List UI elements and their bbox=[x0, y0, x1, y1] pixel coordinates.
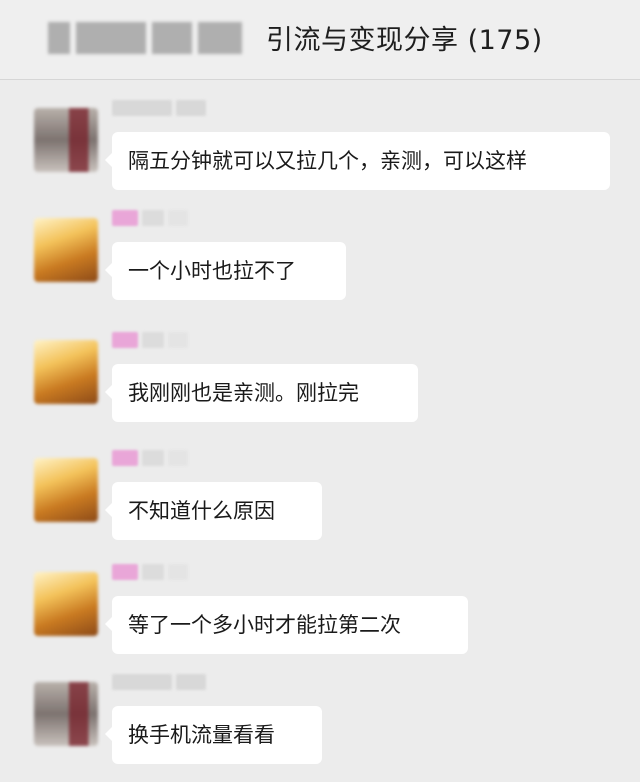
back-button-blurred[interactable] bbox=[48, 22, 248, 54]
message-bubble[interactable]: 等了一个多小时才能拉第二次 bbox=[105, 596, 468, 654]
message-bubble[interactable]: 隔五分钟就可以又拉几个，亲测，可以这样 bbox=[105, 132, 610, 190]
nickname-blurred bbox=[112, 332, 188, 350]
message-bubble[interactable]: 换手机流量看看 bbox=[105, 706, 322, 764]
avatar[interactable] bbox=[34, 458, 98, 522]
message-bubble[interactable]: 我刚刚也是亲测。刚拉完 bbox=[105, 364, 418, 422]
nickname-blurred bbox=[112, 564, 188, 582]
message-row: 等了一个多小时才能拉第二次 bbox=[0, 562, 640, 672]
avatar[interactable] bbox=[34, 108, 98, 172]
group-title: 引流与变现分享 (175) bbox=[266, 25, 543, 56]
message-row: 隔五分钟就可以又拉几个，亲测，可以这样 bbox=[0, 98, 640, 208]
avatar[interactable] bbox=[34, 340, 98, 404]
nickname-blurred bbox=[112, 210, 188, 228]
message-bubble[interactable]: 不知道什么原因 bbox=[105, 482, 322, 540]
avatar[interactable] bbox=[34, 572, 98, 636]
chat-header: 引流与变现分享 (175) bbox=[0, 0, 640, 80]
message-row: 换手机流量看看 bbox=[0, 672, 640, 782]
avatar[interactable] bbox=[34, 682, 98, 746]
nickname-blurred bbox=[112, 674, 206, 692]
message-row: 不知道什么原因 bbox=[0, 448, 640, 558]
message-row: 我刚刚也是亲测。刚拉完 bbox=[0, 330, 640, 440]
nickname-blurred bbox=[112, 450, 188, 468]
message-row: 一个小时也拉不了 bbox=[0, 208, 640, 318]
nickname-blurred bbox=[112, 100, 206, 118]
avatar[interactable] bbox=[34, 218, 98, 282]
message-bubble[interactable]: 一个小时也拉不了 bbox=[105, 242, 346, 300]
